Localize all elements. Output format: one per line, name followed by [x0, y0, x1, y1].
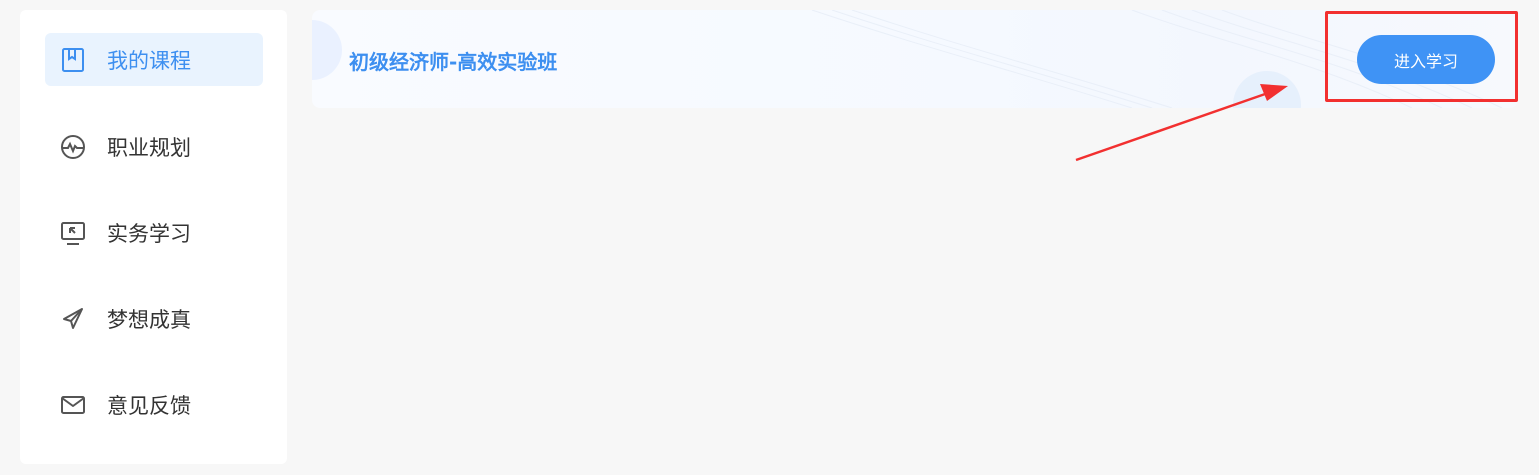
course-title: 初级经济师-高效实验班	[349, 50, 558, 74]
mail-icon	[60, 392, 86, 418]
enter-study-button[interactable]: 进入学习	[1357, 35, 1495, 84]
book-icon	[60, 47, 86, 73]
sidebar-item-label: 意见反馈	[107, 393, 191, 418]
paper-plane-icon	[60, 306, 86, 332]
sidebar: 我的课程 职业规划 实务学习 梦想成真 意见反馈	[20, 10, 287, 464]
monitor-icon	[60, 220, 86, 246]
course-card: 初级经济师-高效实验班 进入学习	[312, 10, 1518, 108]
sidebar-item-career-planning[interactable]: 职业规划	[45, 120, 263, 173]
sidebar-item-dream[interactable]: 梦想成真	[45, 292, 263, 345]
sidebar-item-label: 职业规划	[107, 135, 191, 160]
sidebar-item-my-courses[interactable]: 我的课程	[45, 33, 263, 86]
sidebar-item-feedback[interactable]: 意见反馈	[45, 378, 263, 431]
sidebar-item-practice-learning[interactable]: 实务学习	[45, 206, 263, 259]
sidebar-item-label: 梦想成真	[107, 307, 191, 332]
page: 我的课程 职业规划 实务学习 梦想成真 意见反馈 初级经济师-高效实验班 进入学…	[0, 0, 1539, 475]
sidebar-item-label: 实务学习	[107, 221, 191, 246]
sidebar-item-label: 我的课程	[107, 48, 191, 73]
pulse-icon	[60, 134, 86, 160]
